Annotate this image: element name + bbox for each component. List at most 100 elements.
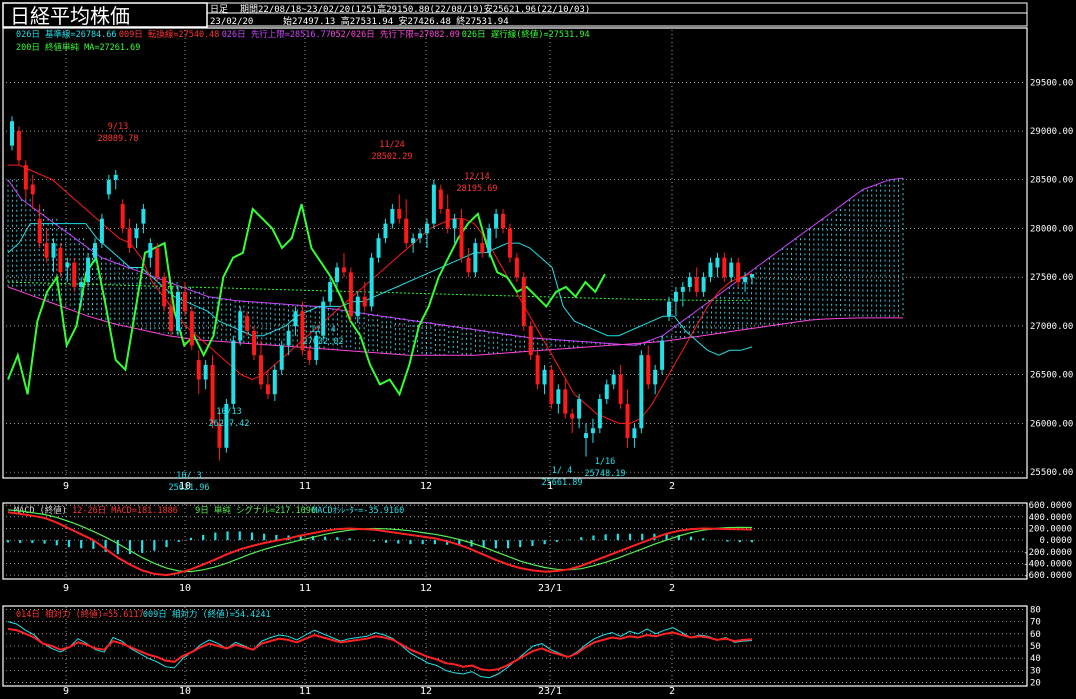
macd-legend-item: 9日 単純 シグナル=217.1096	[195, 505, 316, 516]
annotation-value: 27032.02	[303, 337, 344, 347]
candle-body	[348, 272, 353, 317]
candle-body	[611, 374, 616, 385]
candle-body	[44, 243, 49, 258]
candle-body	[480, 243, 485, 253]
annotation-value: 28889.78	[98, 134, 139, 144]
annotation-date: 9/13	[108, 122, 128, 132]
rsi-legend-item: 009日 相対力 (終値)=54.4241	[143, 609, 271, 620]
candle-body	[501, 213, 506, 229]
candle-body	[341, 267, 346, 273]
x-tick-label-rsi: 23/1	[538, 686, 562, 697]
candle-body	[701, 277, 706, 292]
price-tick-label: 25500.00	[1030, 468, 1073, 478]
rsi-tick-label: 70	[1030, 618, 1041, 628]
price-tick-label: 26500.00	[1030, 371, 1073, 381]
rsi-tick-label: 60	[1030, 630, 1041, 640]
candle-body	[58, 247, 63, 273]
candle-body	[189, 311, 194, 346]
legend-line1-item: 026日 先行上限=28516.77	[222, 29, 331, 40]
x-tick-label-macd: 12	[420, 583, 432, 594]
candle-body	[556, 389, 561, 404]
price-tick-label: 29500.00	[1030, 78, 1073, 88]
price-tick-label: 27500.00	[1030, 273, 1073, 283]
candle-body	[673, 291, 678, 302]
candle-body	[175, 291, 180, 331]
candle-body	[528, 325, 533, 356]
candle-body	[549, 369, 554, 404]
candle-body	[272, 369, 277, 395]
chart-title: 日経平均株価	[10, 4, 130, 28]
candle-body	[265, 384, 270, 395]
candle-body	[694, 277, 699, 292]
x-tick-label-macd: 2	[669, 583, 675, 594]
x-tick-label-main: 10	[179, 481, 191, 492]
candle-body	[51, 243, 56, 258]
candle-body	[10, 121, 14, 146]
candle-body	[577, 399, 582, 419]
annotation-date: 11/24	[379, 140, 405, 150]
rsi-tick-label: 50	[1030, 642, 1041, 652]
timeframe-label: 日足	[210, 4, 228, 15]
candle-body	[182, 291, 187, 312]
candle-body	[590, 428, 595, 434]
candle-body	[445, 208, 450, 229]
candle-body	[618, 374, 623, 404]
candle-body	[106, 179, 111, 195]
x-tick-label-main: 12	[420, 481, 432, 492]
annotation-date: 11/ 4	[310, 325, 336, 335]
candle-body	[113, 174, 118, 180]
candle-body	[279, 345, 284, 370]
candle-body	[632, 428, 637, 439]
candle-body	[148, 243, 153, 258]
period-text: 期間22/08/18~23/02/20(125)高29150.80(22/08/…	[240, 3, 590, 15]
candle-body	[473, 243, 478, 273]
ohlc-text: 始27497.13 高27531.94 安27426.48 終27531.94	[283, 15, 509, 27]
x-tick-label-rsi: 12	[420, 686, 432, 697]
candle-body	[542, 369, 547, 385]
candle-body	[563, 389, 568, 414]
macd-tick-label: -200.0000	[1023, 548, 1072, 558]
x-tick-label-rsi: 9	[63, 686, 69, 697]
annotation-date: 10/ 3	[176, 471, 202, 481]
x-tick-label-rsi: 10	[179, 686, 191, 697]
candle-body	[438, 189, 443, 209]
macd-legend-item: 12-26日 MACD=181.1886	[72, 506, 178, 516]
candle-body	[355, 296, 360, 317]
candle-body	[127, 228, 132, 248]
candle-body	[86, 257, 91, 283]
rsi-tick-label: 20	[1030, 679, 1041, 689]
annotation-value: 25748.19	[585, 469, 626, 479]
legend-line1-item: 009日 転換線=27540.48	[119, 29, 220, 40]
candle-body	[245, 316, 250, 331]
macd-tick-label: 400.0000	[1029, 513, 1072, 523]
candle-body	[120, 204, 125, 229]
x-tick-label-rsi: 11	[299, 686, 311, 697]
candle-body	[376, 238, 381, 258]
candle-body	[397, 208, 402, 219]
candle-body	[99, 218, 104, 244]
candle-body	[494, 213, 499, 229]
candle-body	[155, 247, 160, 278]
candle-body	[141, 208, 146, 224]
candle-body	[653, 369, 658, 385]
date-label: 23/02/20	[210, 17, 253, 27]
candle-body	[736, 262, 741, 283]
candle-body	[521, 277, 526, 326]
price-tick-label: 27000.00	[1030, 322, 1073, 332]
candle-body	[535, 355, 540, 385]
price-tick-label: 29000.00	[1030, 127, 1073, 137]
rsi-tick-label: 80	[1030, 605, 1041, 615]
candle-body	[514, 257, 519, 278]
candle-body	[722, 257, 727, 278]
candle-body	[424, 223, 429, 234]
candle-body	[210, 364, 215, 424]
candle-body	[307, 350, 312, 361]
candle-body	[431, 184, 436, 224]
candle-body	[729, 262, 734, 278]
candle-body	[390, 208, 395, 224]
candle-body	[65, 262, 70, 268]
candle-body	[293, 311, 298, 326]
x-tick-label-main: 11	[299, 481, 311, 492]
candle-body	[162, 277, 167, 307]
x-tick-label-macd: 11	[299, 583, 311, 594]
